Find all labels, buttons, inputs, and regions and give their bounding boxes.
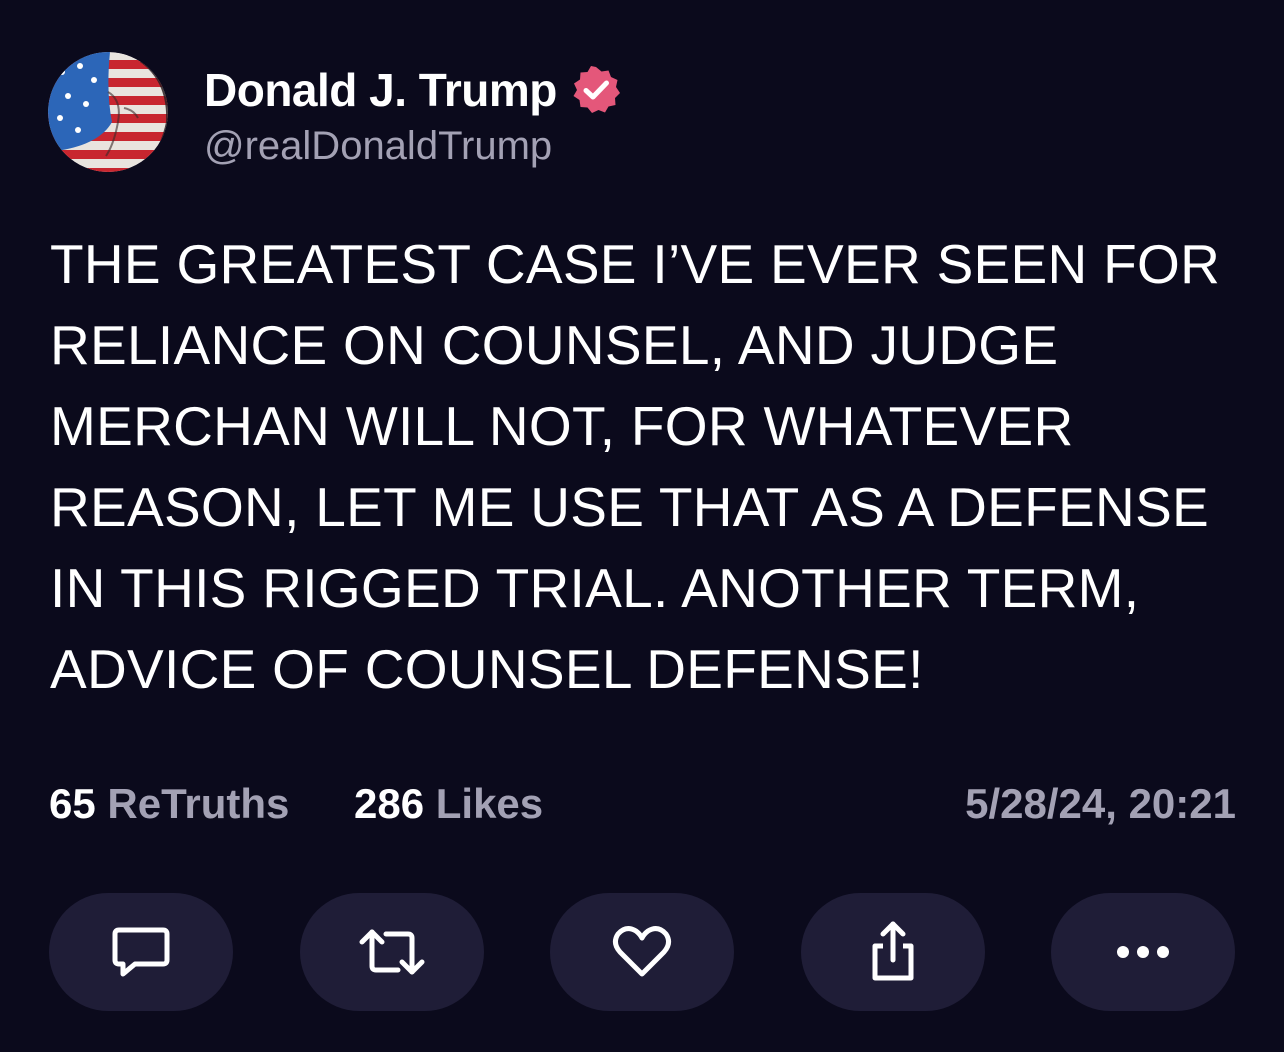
post-stats: 65 ReTruths 286 Likes 5/28/24, 20:21 (49, 780, 1236, 836)
comment-icon (109, 920, 173, 984)
verified-badge-icon (571, 65, 621, 115)
heart-icon (610, 920, 674, 984)
retruths-count: 65 (49, 780, 96, 827)
share-button[interactable] (801, 893, 985, 1011)
likes-count: 286 (354, 780, 425, 827)
likes-label: Likes (435, 780, 544, 827)
display-name[interactable]: Donald J. Trump (204, 63, 557, 117)
post-text-line: MERCHAN WILL NOT, FOR WHATEVER (50, 395, 1074, 457)
post-text-line: REASON, LET ME USE THAT AS A DEFENSE (50, 476, 1210, 538)
post-text-line: IN THIS RIGGED TRIAL. ANOTHER TERM, (50, 557, 1140, 619)
retruths-stat[interactable]: 65 ReTruths (49, 780, 289, 828)
more-icon (1111, 942, 1175, 962)
post-text: THE GREATEST CASE I’VE EVER SEEN FOR REL… (50, 224, 1250, 710)
share-icon (861, 920, 925, 984)
post-header: Donald J. Trump @realDonaldTrump (48, 52, 1236, 174)
name-row: Donald J. Trump (204, 60, 621, 120)
post-timestamp: 5/28/24, 20:21 (965, 780, 1236, 827)
reply-button[interactable] (49, 893, 233, 1011)
retruths-label: ReTruths (107, 780, 290, 827)
action-bar (49, 893, 1235, 1011)
user-handle[interactable]: @realDonaldTrump (204, 124, 552, 169)
avatar[interactable] (48, 52, 168, 172)
post-text-line: ADVICE OF COUNSEL DEFENSE! (50, 638, 924, 700)
like-button[interactable] (550, 893, 734, 1011)
post-text-line: RELIANCE ON COUNSEL, AND JUDGE (50, 314, 1059, 376)
likes-stat[interactable]: 286 Likes (354, 780, 543, 828)
retruth-button[interactable] (300, 893, 484, 1011)
more-button[interactable] (1051, 893, 1235, 1011)
post-text-line: THE GREATEST CASE I’VE EVER SEEN FOR (50, 233, 1221, 295)
repost-icon (356, 920, 428, 984)
